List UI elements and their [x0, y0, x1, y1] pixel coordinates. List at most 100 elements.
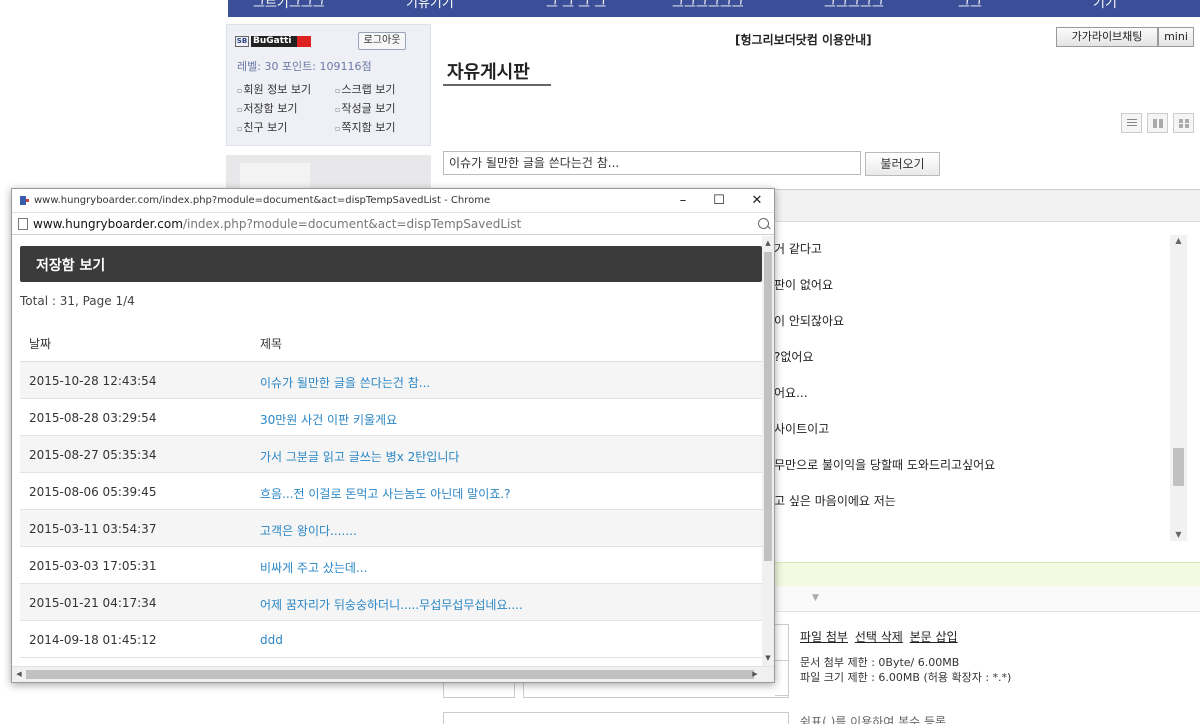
member-info-link[interactable]: 회원 정보 보기: [237, 81, 311, 97]
row-title-link[interactable]: 어제 꿈자리가 뒤숭숭하더니.....무섭무섭무섭네요....: [260, 596, 523, 613]
nav-item[interactable]: 그 그 그 그: [546, 0, 606, 17]
user-stats: 레벨: 30 포인트: 109116점: [237, 60, 372, 73]
tag-input[interactable]: [443, 712, 789, 724]
total-page-info: Total : 31, Page 1/4: [20, 294, 135, 308]
page-icon: [18, 218, 28, 230]
user-logo: SB BuGatti: [235, 36, 313, 47]
row-date: 2015-08-28 03:29:54: [29, 411, 157, 425]
zoom-icon[interactable]: [758, 218, 769, 229]
webzine-view-icon: [1153, 119, 1163, 128]
notice-link[interactable]: [헝그리보더닷컴 이용안내]: [735, 31, 872, 48]
my-posts-link[interactable]: 작성글 보기: [335, 100, 395, 116]
editor-line: 무만으로 불이익을 당할때 도와드리고싶어요: [774, 458, 996, 472]
file-actions: 파일 첨부 선택 삭제 본문 삽입: [800, 628, 961, 645]
saved-list-link[interactable]: 저장함 보기: [237, 100, 297, 116]
title-underline: [443, 84, 551, 86]
post-title-input[interactable]: 이슈가 될만한 글을 쓴다는건 참...: [443, 151, 861, 175]
row-title-link[interactable]: 이슈가 될만한 글을 쓴다는건 참...: [260, 374, 430, 391]
minimize-icon[interactable]: –: [671, 191, 695, 210]
tag-help: 쉼표(,)를 이용하여 복수 등록: [800, 715, 947, 724]
row-title-link[interactable]: 가서 그분글 읽고 글쓰는 병x 2탄입니다: [260, 448, 459, 465]
scroll-down-icon[interactable]: ▼: [762, 653, 774, 664]
row-title-link[interactable]: 비싸게 주고 샀는데...: [260, 559, 367, 576]
table-row: 2015-08-27 05:35:34 가서 그분글 읽고 글쓰는 병x 2탄입…: [20, 436, 762, 473]
url-text[interactable]: www.hungryboarder.com/index.php?module=d…: [33, 217, 521, 231]
insert-body-link[interactable]: 본문 삽입: [910, 630, 958, 644]
logout-button[interactable]: 로그아웃: [358, 32, 406, 50]
row-date: 2015-08-06 05:39:45: [29, 485, 157, 499]
live-chat-button[interactable]: 가가라이브채팅: [1056, 27, 1158, 47]
scroll-thumb[interactable]: [764, 252, 772, 561]
row-title-link[interactable]: 고객은 왕이다.......: [260, 522, 357, 539]
gallery-view-icon: [1179, 119, 1189, 128]
table-row: 2015-01-21 04:17:34 어제 꿈자리가 뒤숭숭하더니.....무…: [20, 584, 762, 621]
table-row: 2015-08-06 05:39:45 흐음...전 이걸로 돈먹고 사는놈도 …: [20, 473, 762, 510]
row-date: 2015-01-21 04:17:34: [29, 596, 157, 610]
popup-header: 저장함 보기: [20, 246, 762, 282]
list-view-button[interactable]: [1121, 113, 1142, 133]
scrap-link[interactable]: 스크랩 보기: [335, 81, 395, 97]
editor-scrollbar[interactable]: ▲ ▼: [1170, 235, 1187, 541]
file-size-limit-text: 파일 크기 제한 : 6.00MB (허용 확장자 : *.*): [800, 671, 1012, 684]
webzine-view-button[interactable]: [1147, 113, 1168, 133]
row-date: 2014-09-18 01:45:12: [29, 633, 157, 647]
saved-list-popup-window: www.hungryboarder.com/index.php?module=d…: [11, 188, 775, 683]
logo-badge: SB: [235, 36, 249, 47]
horizontal-scrollbar[interactable]: ◀ ▶: [12, 666, 774, 682]
site-favicon-icon: [20, 196, 29, 205]
top-navigation: 그르기그그그 기유기기 그 그 그 그 그그그그그그 그그그그그 그그 기기: [228, 0, 1200, 17]
row-date: 2015-03-03 17:05:31: [29, 559, 157, 573]
row-title-link[interactable]: 30만원 사건 이판 키울게요: [260, 411, 397, 428]
logo-flag: [297, 36, 311, 47]
window-title: www.hungryboarder.com/index.php?module=d…: [34, 195, 491, 206]
row-title-link[interactable]: ddd: [260, 633, 283, 647]
list-view-icon: [1127, 119, 1137, 128]
editor-line: 거 같다고: [774, 242, 822, 256]
table-row: 2015-03-11 03:54:37 고객은 왕이다.......: [20, 510, 762, 547]
user-login-box: SB BuGatti 로그아웃 레벨: 30 포인트: 109116점 회원 정…: [226, 24, 431, 146]
board-title: 자유게시판: [447, 62, 530, 83]
vertical-scrollbar[interactable]: ▲ ▼: [762, 236, 774, 666]
load-saved-button[interactable]: 불러오기: [865, 152, 940, 176]
editor-line: 사이트이고: [774, 422, 830, 436]
scroll-thumb[interactable]: [1173, 448, 1184, 486]
nav-item[interactable]: 그르기그그그: [253, 0, 328, 17]
scroll-up-icon[interactable]: ▲: [1170, 235, 1187, 247]
editor-line: 판이 없어요: [774, 278, 834, 292]
column-header-date: 날짜: [29, 337, 52, 351]
column-header-title: 제목: [260, 337, 283, 351]
row-date: 2015-08-27 05:35:34: [29, 448, 157, 462]
nav-item[interactable]: 기유기기: [406, 0, 466, 17]
scroll-thumb[interactable]: [26, 670, 754, 679]
scroll-down-icon[interactable]: ▼: [1170, 529, 1187, 541]
nav-item[interactable]: 그그: [958, 0, 998, 17]
row-date: 2015-03-11 03:54:37: [29, 522, 157, 536]
resize-chevron-icon[interactable]: ▼: [812, 593, 819, 603]
table-row: 2014-09-18 01:45:12 ddd: [20, 621, 762, 658]
table-row: 2015-03-03 17:05:31 비싸게 주고 샀는데...: [20, 547, 762, 584]
scroll-up-icon[interactable]: ▲: [762, 238, 774, 249]
delete-selected-link[interactable]: 선택 삭제: [855, 630, 903, 644]
nav-item[interactable]: 기기: [1093, 0, 1133, 17]
row-date: 2015-10-28 12:43:54: [29, 374, 157, 388]
scroll-right-icon[interactable]: ▶: [750, 669, 760, 680]
messages-link[interactable]: 쪽지함 보기: [335, 119, 395, 135]
gallery-view-button[interactable]: [1173, 113, 1194, 133]
logo-text: BuGatti: [251, 36, 297, 47]
editor-line: 어요...: [774, 386, 808, 400]
close-icon[interactable]: ✕: [745, 191, 769, 210]
friends-link[interactable]: 친구 보기: [237, 119, 287, 135]
scroll-left-icon[interactable]: ◀: [14, 669, 24, 680]
row-title-link[interactable]: 흐음...전 이걸로 돈먹고 사는놈도 아닌데 말이죠.?: [260, 485, 510, 502]
popup-content: 저장함 보기 Total : 31, Page 1/4 날짜 제목 2015-1…: [12, 236, 762, 666]
maximize-icon[interactable]: ☐: [707, 191, 731, 210]
window-titlebar[interactable]: www.hungryboarder.com/index.php?module=d…: [12, 189, 774, 212]
table-row: 2015-08-28 03:29:54 30만원 사건 이판 키울게요: [20, 399, 762, 436]
editor-line: 이 안되잖아요: [774, 314, 845, 328]
mini-button[interactable]: mini: [1158, 27, 1194, 47]
address-bar[interactable]: www.hungryboarder.com/index.php?module=d…: [12, 212, 774, 235]
editor-line: 고 싶은 마음이에요 저는: [774, 494, 896, 508]
nav-item[interactable]: 그그그그그: [824, 0, 894, 17]
nav-item[interactable]: 그그그그그그: [672, 0, 752, 17]
attach-file-link[interactable]: 파일 첨부: [800, 630, 848, 644]
